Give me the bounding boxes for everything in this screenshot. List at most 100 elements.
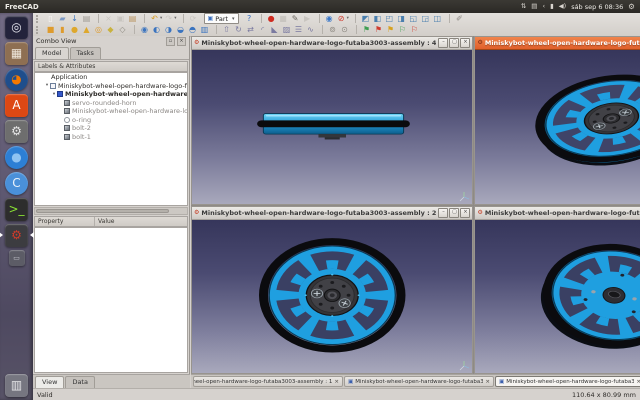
tree-item[interactable]: Miniskybot-wheel-open-hardware-logo-futa… — [35, 107, 187, 116]
fit-all-button[interactable]: ◉ — [324, 14, 335, 24]
migrate-button[interactable]: ⚑ — [385, 25, 396, 35]
keyboard-indicator-icon[interactable]: ▤ — [531, 0, 537, 13]
view-axonometric-button[interactable]: ◩ — [360, 14, 371, 24]
toolbar-grip[interactable] — [36, 25, 41, 34]
web-browser-button[interactable]: ● — [5, 146, 28, 169]
viewport-3d-canvas-2[interactable] — [192, 219, 473, 373]
tree-item[interactable]: bolt-2 — [35, 124, 187, 133]
trash-button[interactable]: ▥ — [5, 374, 28, 397]
part-sphere-button[interactable]: ● — [69, 25, 80, 35]
view-front-button[interactable]: ◧ — [372, 14, 383, 24]
revolve-button[interactable]: ↻ — [233, 25, 244, 35]
minimize-button[interactable]: – — [438, 207, 449, 218]
close-panel-button[interactable]: × — [177, 36, 186, 46]
cross-sections-button[interactable]: ▥ — [199, 25, 210, 35]
extrude-button[interactable]: ⇧ — [221, 25, 232, 35]
new-file-button[interactable]: ▯ — [45, 14, 56, 24]
view-right-button[interactable]: ◨ — [396, 14, 407, 24]
bluetooth-icon[interactable]: ‹ — [542, 0, 545, 13]
sweep-button[interactable]: ∿ — [305, 25, 316, 35]
close-button[interactable]: × — [460, 38, 471, 48]
battery-icon[interactable]: ▮ — [550, 0, 554, 13]
viewport-3d-canvas-1[interactable] — [475, 219, 640, 373]
clock[interactable]: sáb sep 6 08:36 — [571, 3, 623, 11]
boolean-cut-button[interactable]: ◐ — [151, 25, 162, 35]
tree-item[interactable]: servo-rounded-horn — [35, 99, 187, 108]
close-button[interactable]: × — [460, 207, 471, 218]
tree-item[interactable]: bolt-1 — [35, 133, 187, 142]
viewport-3d-canvas-4[interactable] — [192, 50, 473, 204]
close-tab-button[interactable]: × — [636, 379, 640, 385]
section-button[interactable]: ◓ — [187, 25, 198, 35]
ubuntu-software-button[interactable]: A — [5, 94, 28, 117]
attachment-button[interactable]: ⚐ — [409, 25, 420, 35]
tab-data[interactable]: Data — [65, 376, 95, 388]
combo-view-titlebar[interactable]: Combo View ▫ × — [33, 36, 189, 46]
defeaturing-button[interactable]: ⚑ — [373, 25, 384, 35]
open-file-button[interactable]: ▰ — [57, 14, 68, 24]
window-tab[interactable]: ▣Miniskybot-wheel-open-hardware-logo-fut… — [193, 376, 343, 387]
undo-button-dropdown[interactable]: ▾ — [160, 16, 162, 21]
value-column-header[interactable]: Value — [95, 218, 114, 225]
chromium-button[interactable]: C — [5, 172, 28, 195]
workbench-selector[interactable]: ▣ Part ▾ — [203, 13, 239, 24]
tab-view[interactable]: View — [35, 376, 65, 388]
tree-horizontal-scrollbar[interactable] — [34, 207, 188, 215]
refine-shape-button[interactable]: ⚐ — [397, 25, 408, 35]
offset-button[interactable]: ⊚ — [327, 25, 338, 35]
viewport-titlebar-3[interactable]: ⚙ Miniskybot-wheel-open-hardware-logo-fu… — [475, 37, 640, 50]
fillet-button[interactable]: ◜ — [257, 25, 268, 35]
tree-item[interactable]: o-ring — [35, 116, 187, 125]
viewport-titlebar-4[interactable]: ⚙ Miniskybot-wheel-open-hardware-logo-fu… — [192, 37, 473, 50]
tree-item[interactable]: ▾Miniskybot-wheel-open-hardware-logo-fut… — [35, 82, 187, 91]
close-tab-button[interactable]: × — [485, 379, 490, 385]
viewport-3d-canvas-3[interactable] — [475, 50, 640, 204]
restore-button[interactable]: ▢ — [449, 207, 460, 218]
volume-icon[interactable]: ◀) — [559, 0, 567, 13]
ruled-surface-button[interactable]: ▨ — [281, 25, 292, 35]
extra-app-button[interactable]: ▭ — [8, 250, 25, 266]
part-box-button[interactable]: ■ — [45, 25, 56, 35]
shape-builder-button[interactable]: ◇ — [117, 25, 128, 35]
mirror-button[interactable]: ⇄ — [245, 25, 256, 35]
part-torus-button[interactable]: ◎ — [93, 25, 104, 35]
macro-record-button[interactable]: ● — [266, 14, 277, 24]
session-menu-icon[interactable]: ⚙ — [628, 2, 635, 11]
close-tab-button[interactable]: × — [334, 379, 339, 385]
check-geometry-button[interactable]: ⚑ — [361, 25, 372, 35]
viewport-titlebar-1[interactable]: ⚙ Miniskybot-wheel-open-hardware-logo-fu… — [475, 206, 640, 220]
minimize-button[interactable]: – — [438, 38, 449, 48]
restore-button[interactable]: ▢ — [449, 38, 460, 48]
window-tab[interactable]: ▣Miniskybot-wheel-open-hardware-logo-fut… — [495, 376, 640, 387]
view-left-button[interactable]: ◫ — [432, 14, 443, 24]
undo-button[interactable]: ↶ — [149, 14, 160, 24]
thickness-button[interactable]: ⊙ — [339, 25, 350, 35]
window-tab[interactable]: ▣Miniskybot-wheel-open-hardware-logo-fut… — [344, 376, 494, 387]
chamfer-button[interactable]: ◣ — [269, 25, 280, 35]
tree-item[interactable]: ▾Miniskybot-wheel-open-hardware-logo-fut… — [35, 90, 187, 99]
tree-item[interactable]: Application — [35, 73, 187, 82]
toolbar-grip[interactable] — [36, 14, 41, 23]
print-button[interactable]: ▤ — [81, 14, 92, 24]
freecad-button[interactable]: ⚙ — [0, 224, 34, 247]
terminal-button[interactable]: >_ — [5, 198, 28, 221]
boolean-button[interactable]: ◉ — [139, 25, 150, 35]
viewport-titlebar-2[interactable]: ⚙ Miniskybot-wheel-open-hardware-logo-fu… — [192, 206, 473, 220]
boolean-common-button[interactable]: ◒ — [175, 25, 186, 35]
redo-button-dropdown[interactable]: ▾ — [174, 16, 176, 21]
sync-indicator-icon[interactable]: ⇅ — [521, 0, 526, 13]
system-settings-button[interactable]: ⚙ — [5, 120, 28, 143]
float-panel-button[interactable]: ▫ — [166, 36, 175, 46]
save-button[interactable]: ↓ — [69, 14, 80, 24]
tab-model[interactable]: Model — [35, 47, 69, 59]
dash-home-button[interactable]: ◎ — [5, 16, 28, 39]
whats-this-button[interactable]: ? — [244, 14, 255, 24]
loft-button[interactable]: ☰ — [293, 25, 304, 35]
draw-style-button-dropdown[interactable]: ▾ — [347, 16, 349, 21]
tab-tasks[interactable]: Tasks — [69, 47, 101, 59]
view-rear-button[interactable]: ◱ — [408, 14, 419, 24]
files-button[interactable]: ▦ — [5, 42, 28, 65]
view-bottom-button[interactable]: ◲ — [420, 14, 431, 24]
part-cylinder-button[interactable]: ▮ — [57, 25, 68, 35]
firefox-button[interactable]: ◕ — [5, 68, 28, 91]
